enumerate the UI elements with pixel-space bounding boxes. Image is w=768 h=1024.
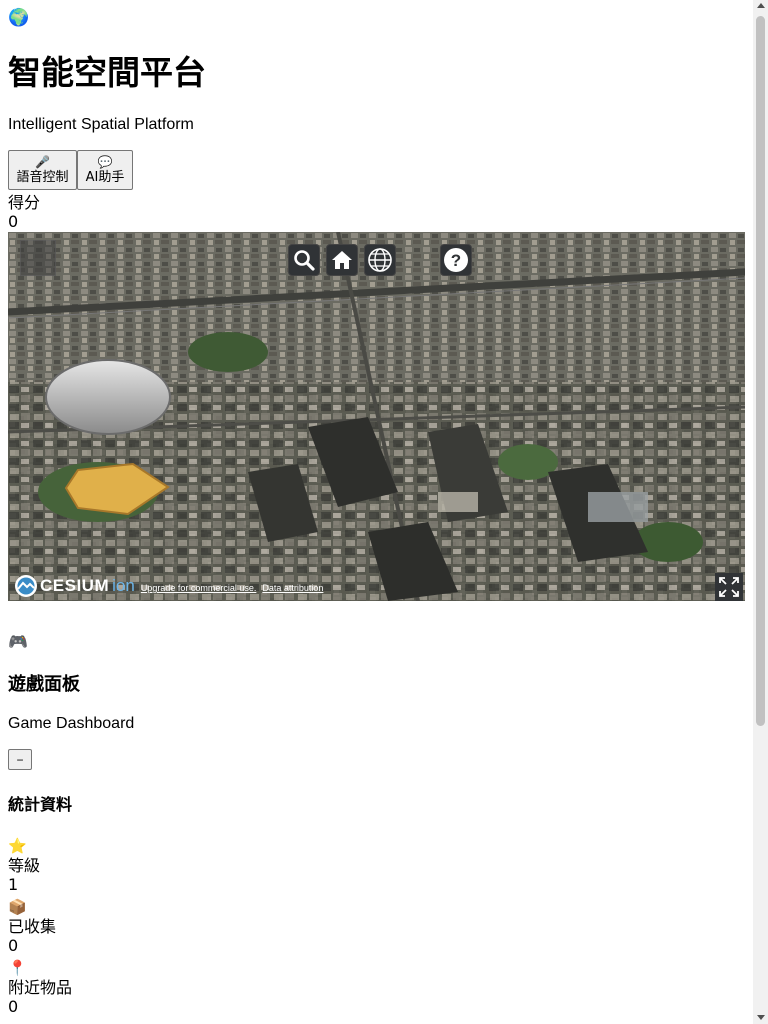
package-icon: 📦 — [8, 898, 27, 916]
home-button[interactable] — [326, 244, 358, 276]
app-title: 智能空間平台 — [8, 53, 206, 92]
scroll-up-arrow-icon[interactable] — [756, 3, 765, 8]
stat-label: 附近物品 — [8, 978, 73, 997]
map-viewer[interactable]: ? CESIUM ion Upgrade for commercial use.… — [8, 232, 745, 601]
voice-control-button[interactable]: 🎤 語音控制 — [8, 150, 77, 190]
credits: CESIUM ion Upgrade for commercial use. D… — [14, 573, 323, 599]
scene-mode-button[interactable] — [364, 244, 396, 276]
ai-assistant-button[interactable]: 💬 AI助手 — [77, 150, 133, 190]
page-scrollbar[interactable] — [753, 0, 768, 1024]
data-attribution-link[interactable]: Data attribution — [262, 583, 323, 593]
dashboard-title: 遊戲面板 — [8, 674, 80, 695]
upgrade-link[interactable]: Upgrade for commercial use. — [141, 583, 257, 593]
voice-control-label: 語音控制 — [16, 169, 69, 185]
stat-label: 等級 — [8, 856, 41, 875]
microphone-icon: 🎤 — [35, 154, 50, 169]
home-icon — [332, 251, 352, 269]
pin-icon: 📍 — [8, 959, 27, 977]
cesium-toolbar: ? — [288, 244, 478, 276]
aerial-city-imagery[interactable] — [8, 232, 745, 601]
collapse-button[interactable]: − — [8, 749, 32, 770]
app-subtitle: Intelligent Spatial Platform — [8, 116, 194, 133]
scrollbar-thumb[interactable] — [756, 16, 765, 726]
score-value: 0 — [8, 212, 19, 231]
svg-text:?: ? — [451, 251, 461, 270]
globe-icon: 🌍 — [8, 8, 30, 28]
cesium-logo-icon — [15, 575, 37, 597]
stat-collected: 📦 已收集 0 — [8, 898, 56, 955]
game-controller-icon: 🎮 — [8, 632, 28, 651]
globe-icon — [368, 248, 392, 272]
speech-bubble-icon: 💬 — [97, 154, 113, 169]
stats-title: 統計資料 — [8, 795, 73, 814]
stat-level: ⭐ 等級 1 — [8, 837, 40, 894]
cesium-ion-logo[interactable]: CESIUM ion — [14, 573, 135, 599]
fullscreen-button[interactable] — [715, 573, 743, 601]
header-controls: 🎤 語音控制 💬 AI助手 — [8, 150, 133, 190]
help-icon: ? — [444, 248, 468, 272]
viewer-status-box — [20, 240, 56, 276]
stat-value: 1 — [8, 875, 19, 894]
help-button[interactable]: ? — [440, 244, 472, 276]
base-layer-picker[interactable] — [402, 244, 434, 276]
fullscreen-icon — [719, 577, 739, 597]
cesium-ion-text: ion — [112, 576, 135, 595]
search-icon — [294, 250, 315, 271]
stat-value: 0 — [8, 936, 19, 955]
search-button[interactable] — [288, 244, 320, 276]
star-icon: ⭐ — [8, 837, 27, 855]
stat-label: 已收集 — [8, 917, 57, 936]
score-label: 得分 — [8, 193, 41, 212]
stat-nearby-items: 📍 附近物品 0 — [8, 959, 72, 1016]
cesium-logo-text: CESIUM — [40, 576, 110, 595]
dashboard-subtitle: Game Dashboard — [8, 715, 135, 732]
scroll-down-arrow-icon[interactable] — [756, 1015, 765, 1020]
ai-assistant-label: AI助手 — [85, 169, 125, 185]
stat-value: 0 — [8, 997, 19, 1016]
